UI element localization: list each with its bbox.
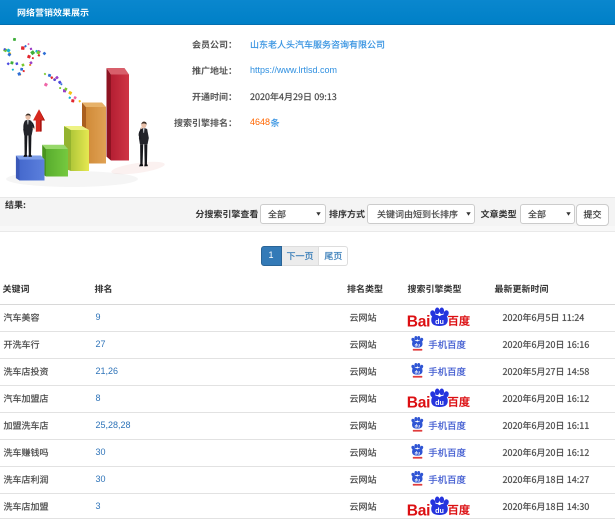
- svg-text:du: du: [415, 451, 421, 456]
- svg-text:du: du: [415, 343, 421, 348]
- svg-text:du: du: [435, 317, 444, 326]
- svg-text:Bai: Bai: [407, 395, 430, 412]
- svg-text:Bai: Bai: [407, 314, 430, 331]
- svg-text:Bai: Bai: [407, 503, 430, 520]
- svg-text:du: du: [435, 506, 444, 515]
- svg-text:du: du: [435, 398, 444, 407]
- svg-text:du: du: [415, 370, 421, 375]
- svg-text:du: du: [415, 478, 421, 483]
- svg-text:du: du: [415, 424, 421, 429]
